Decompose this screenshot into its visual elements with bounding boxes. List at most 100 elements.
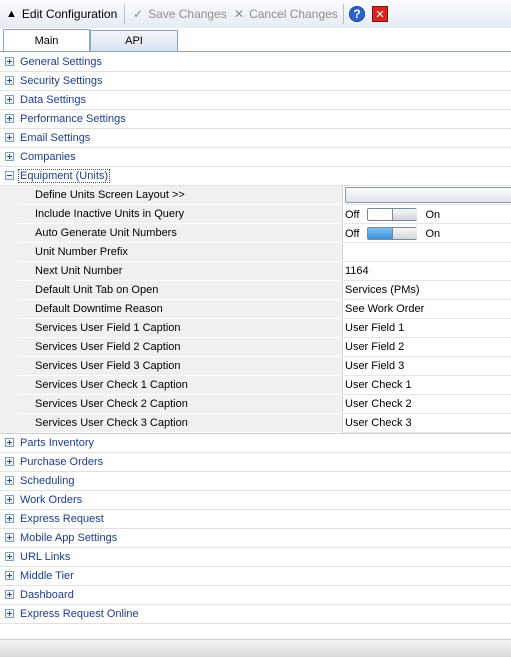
tab-strip: Main API <box>0 28 511 52</box>
property-value-cell[interactable]: User Field 1 <box>342 319 511 338</box>
property-value[interactable]: User Field 1 <box>345 322 404 334</box>
category-general-settings[interactable]: General Settings <box>0 53 511 72</box>
property-value-cell[interactable]: User Check 3 <box>342 414 511 433</box>
expand-plus-icon[interactable] <box>5 114 14 123</box>
category-label: General Settings <box>20 56 102 68</box>
property-value[interactable]: User Check 3 <box>345 417 412 429</box>
expand-plus-icon[interactable] <box>5 533 14 542</box>
property-value[interactable]: User Check 2 <box>345 398 412 410</box>
toolbar-separator <box>124 4 125 24</box>
category-express-request[interactable]: Express Request <box>0 510 511 529</box>
property-name-cell: Services User Field 3 Caption <box>17 357 342 376</box>
property-name-cell: Services User Check 2 Caption <box>17 395 342 414</box>
property-row: Default Unit Tab on Open Services (PMs) <box>0 281 511 300</box>
category-work-orders[interactable]: Work Orders <box>0 491 511 510</box>
expand-plus-icon[interactable] <box>5 552 14 561</box>
category-url-links[interactable]: URL Links <box>0 548 511 567</box>
property-value-cell[interactable]: User Check 2 <box>342 395 511 414</box>
expand-plus-icon[interactable] <box>5 609 14 618</box>
tab-main[interactable]: Main <box>3 29 90 52</box>
help-icon: ? <box>349 6 365 22</box>
property-value-cell[interactable] <box>342 186 511 205</box>
toolbar: ▲ Edit Configuration ✓ Save Changes ✕ Ca… <box>0 0 511 29</box>
expand-plus-icon[interactable] <box>5 590 14 599</box>
property-value-cell[interactable]: 1164 <box>342 262 511 281</box>
save-changes-button[interactable]: ✓ Save Changes <box>133 0 227 28</box>
property-name-cell: Services User Check 1 Caption <box>17 376 342 395</box>
property-value[interactable]: 1164 <box>345 265 369 277</box>
toggle-switch[interactable] <box>367 208 418 221</box>
row-gutter <box>0 186 17 205</box>
category-label: URL Links <box>20 551 71 563</box>
toggle-on-label: On <box>425 227 441 240</box>
row-gutter <box>0 205 17 224</box>
property-value[interactable]: User Field 3 <box>345 360 404 372</box>
auto-generate-toggle[interactable]: Off On <box>345 226 440 241</box>
expand-plus-icon[interactable] <box>5 514 14 523</box>
category-express-request-online[interactable]: Express Request Online <box>0 605 511 624</box>
row-gutter <box>0 338 17 357</box>
property-value-cell[interactable]: User Check 1 <box>342 376 511 395</box>
property-value-cell[interactable]: Off On <box>342 224 511 243</box>
edit-configuration-menu[interactable]: ▲ Edit Configuration <box>6 0 117 28</box>
property-value-cell[interactable]: See Work Order <box>342 300 511 319</box>
property-value-cell[interactable]: Off On <box>342 205 511 224</box>
row-gutter <box>0 395 17 414</box>
toggle-off-label: Off <box>345 208 360 221</box>
category-mobile-app-settings[interactable]: Mobile App Settings <box>0 529 511 548</box>
property-name: Unit Number Prefix <box>35 246 128 258</box>
property-name: Next Unit Number <box>35 265 123 277</box>
property-value[interactable]: See Work Order <box>345 303 424 315</box>
category-companies[interactable]: Companies <box>0 148 511 167</box>
collapse-minus-icon[interactable] <box>5 171 14 180</box>
help-button[interactable]: ? <box>349 0 365 28</box>
category-parts-inventory[interactable]: Parts Inventory <box>0 434 511 453</box>
property-value[interactable]: Services (PMs) <box>345 284 420 296</box>
category-performance-settings[interactable]: Performance Settings <box>0 110 511 129</box>
category-security-settings[interactable]: Security Settings <box>0 72 511 91</box>
category-dashboard[interactable]: Dashboard <box>0 586 511 605</box>
expand-plus-icon[interactable] <box>5 571 14 580</box>
expand-plus-icon[interactable] <box>5 57 14 66</box>
expand-plus-icon[interactable] <box>5 95 14 104</box>
property-value-cell[interactable]: User Field 3 <box>342 357 511 376</box>
expand-plus-icon[interactable] <box>5 133 14 142</box>
property-value-cell[interactable]: Services (PMs) <box>342 281 511 300</box>
toggle-switch[interactable] <box>367 227 418 240</box>
expand-plus-icon[interactable] <box>5 476 14 485</box>
expand-plus-icon[interactable] <box>5 495 14 504</box>
cancel-changes-button[interactable]: ✕ Cancel Changes <box>234 0 338 28</box>
property-name-cell: Services User Field 1 Caption <box>17 319 342 338</box>
property-name: Services User Check 1 Caption <box>35 379 188 391</box>
category-data-settings[interactable]: Data Settings <box>0 91 511 110</box>
property-name: Services User Field 1 Caption <box>35 322 181 334</box>
property-value-cell[interactable]: User Field 2 <box>342 338 511 357</box>
property-row: Next Unit Number 1164 <box>0 262 511 281</box>
category-scheduling[interactable]: Scheduling <box>0 472 511 491</box>
expand-plus-icon[interactable] <box>5 438 14 447</box>
close-button[interactable]: ✕ <box>372 0 388 28</box>
expand-plus-icon[interactable] <box>5 152 14 161</box>
row-gutter <box>0 376 17 395</box>
tab-api[interactable]: API <box>90 30 178 51</box>
category-equipment-units[interactable]: Equipment (Units) <box>0 167 511 186</box>
category-label: Equipment (Units) <box>17 169 111 183</box>
include-inactive-toggle[interactable]: Off On <box>345 207 440 222</box>
property-value[interactable]: User Check 1 <box>345 379 412 391</box>
property-value-cell[interactable] <box>342 243 511 262</box>
category-email-settings[interactable]: Email Settings <box>0 129 511 148</box>
expand-plus-icon[interactable] <box>5 76 14 85</box>
toggle-knob[interactable] <box>392 228 418 239</box>
define-layout-button[interactable] <box>345 187 511 203</box>
toggle-knob[interactable] <box>392 209 418 220</box>
category-middle-tier[interactable]: Middle Tier <box>0 567 511 586</box>
property-name: Services User Field 3 Caption <box>35 360 181 372</box>
category-label: Work Orders <box>20 494 83 506</box>
property-value[interactable]: User Field 2 <box>345 341 404 353</box>
property-row: Services User Check 1 Caption User Check… <box>0 376 511 395</box>
category-label: Parts Inventory <box>20 437 94 449</box>
cancel-x-icon: ✕ <box>234 7 245 21</box>
expand-plus-icon[interactable] <box>5 457 14 466</box>
property-row: Unit Number Prefix <box>0 243 511 262</box>
category-purchase-orders[interactable]: Purchase Orders <box>0 453 511 472</box>
